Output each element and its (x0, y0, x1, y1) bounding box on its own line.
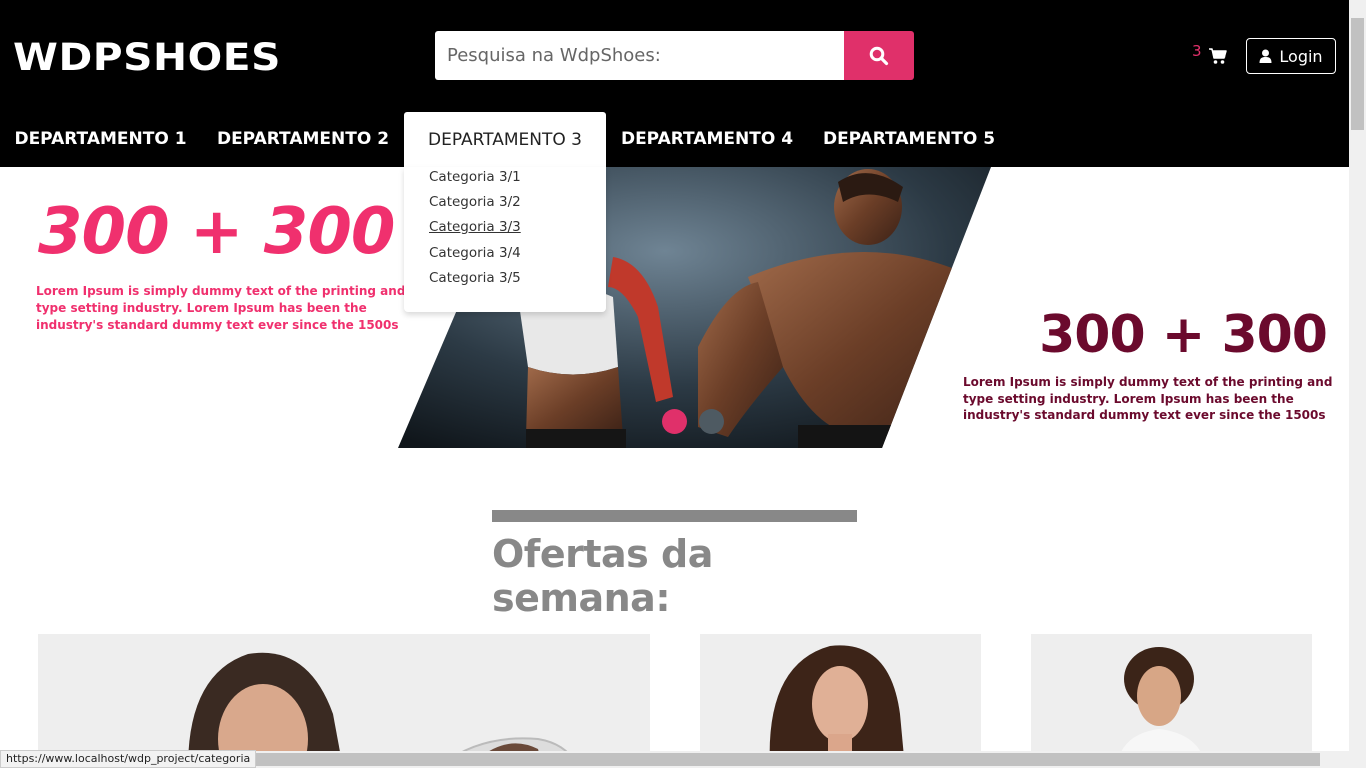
woman-model-photo (769, 645, 905, 768)
promo-right: 300 + 300 (1039, 305, 1328, 365)
promo-right-text: Lorem Ipsum is simply dummy text of the … (963, 375, 1333, 422)
nav-item-departamento-5[interactable]: DEPARTAMENTO 5 (808, 110, 1010, 167)
offers-divider (492, 510, 857, 522)
woman-model-photo (188, 652, 580, 768)
cart-button[interactable]: 3 (1190, 40, 1230, 72)
man-model-photo (1116, 647, 1206, 768)
login-label: Login (1279, 46, 1323, 66)
search-icon (869, 46, 889, 65)
site-logo[interactable]: WDPSHOES (13, 36, 281, 79)
site-header: WDPSHOES 3 Login DEPARTAMENTO 1 DEPARTAM… (0, 0, 1349, 167)
carousel-dots (662, 409, 724, 434)
carousel-dot-2[interactable] (699, 409, 724, 434)
search-button[interactable] (844, 31, 914, 80)
shopping-cart-icon (1209, 48, 1227, 64)
promo-right-headline: 300 + 300 (1039, 305, 1328, 365)
offers-title: Ofertas da semana: (492, 532, 713, 620)
search-bar (435, 31, 914, 80)
department-3-dropdown: Categoria 3/1 Categoria 3/2 Categoria 3/… (404, 167, 606, 312)
dropdown-item-categoria-3-3[interactable]: Categoria 3/3 (429, 219, 521, 235)
cart-count-badge: 3 (1192, 42, 1202, 60)
product-card[interactable] (1031, 634, 1312, 768)
promo-left-text: Lorem Ipsum is simply dummy text of the … (36, 284, 406, 332)
nav-item-departamento-3[interactable]: DEPARTAMENTO 3 (404, 112, 606, 167)
dropdown-item-categoria-3-1[interactable]: Categoria 3/1 (429, 169, 521, 185)
nav-item-departamento-4[interactable]: DEPARTAMENTO 4 (606, 110, 808, 167)
nav-item-departamento-2[interactable]: DEPARTAMENTO 2 (202, 110, 404, 167)
product-card[interactable] (38, 634, 650, 768)
hero-carousel[interactable]: 300 + 300 Lorem Ipsum is simply dummy te… (0, 167, 1349, 448)
dropdown-item-categoria-3-4[interactable]: Categoria 3/4 (429, 245, 521, 261)
dropdown-item-categoria-3-5[interactable]: Categoria 3/5 (429, 270, 521, 286)
carousel-dot-1[interactable] (662, 409, 687, 434)
department-nav: DEPARTAMENTO 1 DEPARTAMENTO 2 DEPARTAMEN… (0, 110, 1349, 167)
login-button[interactable]: Login (1246, 38, 1336, 74)
vertical-scrollbar-thumb[interactable] (1351, 18, 1364, 130)
search-input[interactable] (435, 31, 844, 80)
promo-left-headline: 300 + 300 (38, 195, 395, 269)
status-bar-url: https://www.localhost/wdp_project/catego… (0, 750, 257, 768)
nav-item-departamento-1[interactable]: DEPARTAMENTO 1 (0, 110, 201, 167)
product-card[interactable] (700, 634, 981, 768)
dropdown-item-categoria-3-2[interactable]: Categoria 3/2 (429, 194, 521, 210)
user-icon (1259, 49, 1272, 63)
promo-left: 300 + 300 (38, 195, 395, 269)
